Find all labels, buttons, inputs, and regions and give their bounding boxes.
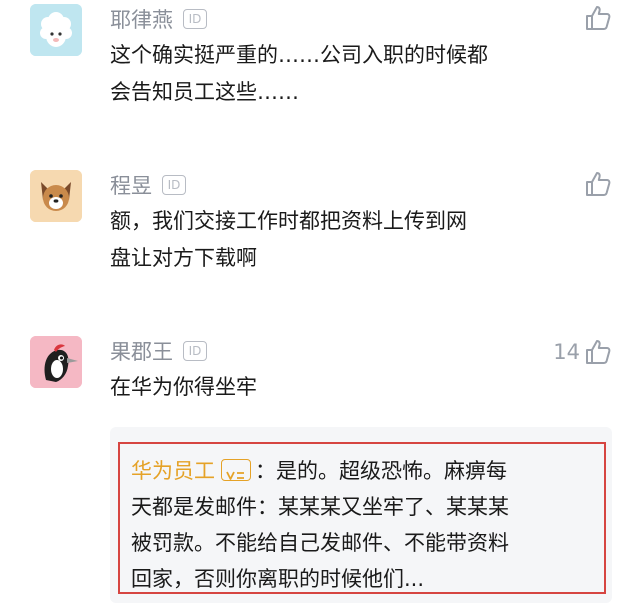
dog-icon xyxy=(30,170,82,222)
id-badge: ID xyxy=(183,341,207,361)
username[interactable]: 果郡王 ID xyxy=(110,337,207,367)
comment-text: 这个确实挺严重的……公司入职的时候都 会告知员工这些…… xyxy=(110,37,580,111)
username[interactable]: 耶律燕 ID xyxy=(110,5,207,35)
sheep-icon xyxy=(30,4,82,56)
username-text[interactable]: 果郡王 xyxy=(110,340,173,364)
like-count: 14 xyxy=(553,340,580,364)
woodpecker-icon xyxy=(30,336,82,388)
comment-line: 额，我们交接工作时都把资料上传到网 xyxy=(110,209,467,233)
avatar[interactable] xyxy=(30,336,82,388)
reply-line: 天都是发邮件：某某某又坐牢了、某某某 xyxy=(131,495,509,519)
reply-line: 被罚款。不能给自己发邮件、不能带资料 xyxy=(131,531,509,555)
reply-line: 回家，否则你离职的时候他们... xyxy=(131,567,425,591)
reply-first-line: 华为员工 ：是的。超级恐怖。麻痹每 xyxy=(131,453,601,489)
like-button[interactable] xyxy=(580,4,612,32)
comment-line: 在华为你得坐牢 xyxy=(110,375,257,399)
reply-line: ：是的。超级恐怖。麻痹每 xyxy=(255,459,507,483)
comment-text: 额，我们交接工作时都把资料上传到网 盘让对方下载啊 xyxy=(110,203,580,277)
comment-line: 盘让对方下载啊 xyxy=(110,246,257,270)
like-button[interactable] xyxy=(580,170,612,198)
thumbs-up-icon xyxy=(586,6,611,30)
avatar[interactable] xyxy=(30,170,82,222)
username-text[interactable]: 耶律燕 xyxy=(110,8,173,32)
thumbs-up-icon xyxy=(586,340,611,364)
comment-line: 会告知员工这些…… xyxy=(110,80,299,104)
id-badge: ID xyxy=(162,175,186,195)
comment-line: 这个确实挺严重的……公司入职的时候都 xyxy=(110,43,488,67)
reply-author[interactable]: 华为员工 xyxy=(131,459,215,483)
avatar[interactable] xyxy=(30,4,82,56)
comment-text: 在华为你得坐牢 xyxy=(110,369,580,406)
thumbs-up-icon xyxy=(586,172,611,196)
verified-employee-icon xyxy=(221,459,251,481)
username-text[interactable]: 程昱 xyxy=(110,174,152,198)
reply-text: 华为员工 ：是的。超级恐怖。麻痹每 天都是发邮件：某某某又坐牢了、某某某 被罚款。… xyxy=(131,453,601,597)
id-badge: ID xyxy=(183,9,207,29)
like-button[interactable]: 14 xyxy=(553,338,612,366)
username[interactable]: 程昱 ID xyxy=(110,171,186,201)
